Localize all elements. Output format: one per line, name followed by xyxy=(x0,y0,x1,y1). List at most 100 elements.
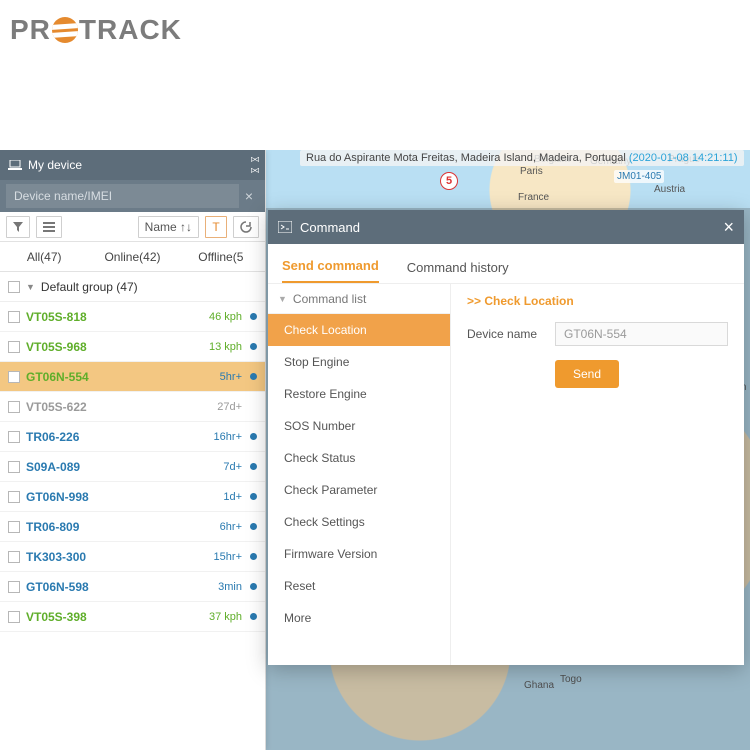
device-status: 46 kph xyxy=(209,311,242,323)
tab-offline[interactable]: Offline(5 xyxy=(177,242,265,271)
status-dot-icon xyxy=(250,553,257,560)
device-name: VT05S-398 xyxy=(26,610,203,624)
group-checkbox[interactable] xyxy=(8,281,20,293)
tab-send-command[interactable]: Send command xyxy=(282,258,379,283)
command-item[interactable]: Check Location xyxy=(268,314,450,346)
device-status: 5hr+ xyxy=(220,371,242,383)
device-name: TK303-300 xyxy=(26,550,208,564)
cluster-marker[interactable]: 5 xyxy=(440,172,458,190)
command-breadcrumb: >> Check Location xyxy=(467,294,728,308)
device-checkbox[interactable] xyxy=(8,611,20,623)
status-dot-icon xyxy=(250,313,257,320)
command-icon xyxy=(278,221,292,233)
device-checkbox[interactable] xyxy=(8,581,20,593)
device-status: 7d+ xyxy=(223,461,242,473)
device-row[interactable]: GT06N-998 1d+ xyxy=(0,482,265,512)
device-name: VT05S-818 xyxy=(26,310,203,324)
device-checkbox[interactable] xyxy=(8,491,20,503)
device-name: TR06-226 xyxy=(26,430,208,444)
device-row[interactable]: S09A-089 7d+ xyxy=(0,452,265,482)
device-status: 1d+ xyxy=(223,491,242,503)
status-dot-icon xyxy=(250,433,257,440)
status-dot-icon xyxy=(250,343,257,350)
group-row[interactable]: ▼ Default group (47) xyxy=(0,272,265,302)
device-status: 27d+ xyxy=(217,401,242,413)
tab-all[interactable]: All(47) xyxy=(0,242,88,271)
device-row[interactable]: TK303-300 15hr+ xyxy=(0,542,265,572)
group-label: Default group (47) xyxy=(41,280,138,294)
device-status: 13 kph xyxy=(209,341,242,353)
command-item[interactable]: Reset xyxy=(268,570,450,602)
device-name: VT05S-968 xyxy=(26,340,203,354)
map-place-label: France xyxy=(518,192,549,203)
device-name: GT06N-598 xyxy=(26,580,212,594)
device-status: 37 kph xyxy=(209,611,242,623)
chevron-down-icon: ▼ xyxy=(26,282,35,292)
device-checkbox[interactable] xyxy=(8,401,20,413)
device-row[interactable]: GT06N-554 5hr+ xyxy=(0,362,265,392)
status-dot-icon xyxy=(250,463,257,470)
device-row[interactable]: VT05S-398 37 kph xyxy=(0,602,265,632)
command-modal: Command × Send command Command history ▼… xyxy=(268,210,744,665)
logo-orb-icon xyxy=(52,17,78,43)
command-item[interactable]: Stop Engine xyxy=(268,346,450,378)
command-item[interactable]: More xyxy=(268,602,450,634)
command-item[interactable]: Firmware Version xyxy=(268,538,450,570)
device-row[interactable]: TR06-226 16hr+ xyxy=(0,422,265,452)
status-tabs: All(47) Online(42) Offline(5 xyxy=(0,242,265,272)
device-checkbox[interactable] xyxy=(8,521,20,533)
device-checkbox[interactable] xyxy=(8,371,20,383)
filter-button[interactable] xyxy=(6,216,30,238)
device-status: 3min xyxy=(218,581,242,593)
status-dot-icon xyxy=(250,373,257,380)
device-status: 16hr+ xyxy=(214,431,242,443)
device-checkbox[interactable] xyxy=(8,431,20,443)
command-item[interactable]: Restore Engine xyxy=(268,378,450,410)
device-checkbox[interactable] xyxy=(8,311,20,323)
map-device-pin[interactable]: JM01-405 xyxy=(614,170,664,183)
device-row[interactable]: TR06-8096hr+ xyxy=(0,512,265,542)
sort-name-button[interactable]: Name ↑↓ xyxy=(138,216,199,238)
status-dot-icon xyxy=(250,493,257,500)
command-item[interactable]: Check Parameter xyxy=(268,474,450,506)
close-icon[interactable]: × xyxy=(723,218,734,236)
send-button[interactable]: Send xyxy=(555,360,619,388)
status-dot-icon xyxy=(250,523,257,530)
list-view-button[interactable] xyxy=(36,216,62,238)
collapse-icon[interactable]: ▹◃▹◃ xyxy=(251,154,257,176)
command-list-header[interactable]: ▼ Command list xyxy=(268,284,450,314)
address-bar: Rua do Aspirante Mota Freitas, Madeira I… xyxy=(300,150,744,166)
map-place-label: Paris xyxy=(520,166,543,177)
device-status: 15hr+ xyxy=(214,551,242,563)
clear-search-icon[interactable]: × xyxy=(239,188,259,204)
search-row: × xyxy=(0,180,265,212)
device-name: S09A-089 xyxy=(26,460,217,474)
status-dot-icon xyxy=(250,613,257,620)
device-checkbox[interactable] xyxy=(8,461,20,473)
device-checkbox[interactable] xyxy=(8,341,20,353)
device-row[interactable]: VT05S-62227d+ xyxy=(0,392,265,422)
device-name-label: Device name xyxy=(467,327,545,341)
search-input[interactable] xyxy=(6,184,239,208)
refresh-button[interactable] xyxy=(233,216,259,238)
device-panel: My device ▹◃▹◃ × Name ↑↓ T xyxy=(0,150,266,750)
brand-logo: PRTRACK xyxy=(10,14,182,46)
device-row[interactable]: GT06N-598 3min xyxy=(0,572,265,602)
command-item[interactable]: Check Settings xyxy=(268,506,450,538)
tab-online[interactable]: Online(42) xyxy=(88,242,176,271)
device-row[interactable]: VT05S-968 13 kph xyxy=(0,332,265,362)
command-item[interactable]: Check Status xyxy=(268,442,450,474)
device-row[interactable]: VT05S-818 46 kph xyxy=(0,302,265,332)
device-name-input[interactable] xyxy=(555,322,728,346)
t-button[interactable]: T xyxy=(205,216,227,238)
toolbar: Name ↑↓ T xyxy=(0,212,265,242)
device-name: GT06N-554 xyxy=(26,370,214,384)
command-item[interactable]: SOS Number xyxy=(268,410,450,442)
device-checkbox[interactable] xyxy=(8,551,20,563)
status-dot-icon xyxy=(250,583,257,590)
device-name: TR06-809 xyxy=(26,520,214,534)
app-window: BelgiumParisFranceGermanyPragueAustriaMe… xyxy=(0,150,750,750)
tab-command-history[interactable]: Command history xyxy=(407,260,509,283)
command-list: ▼ Command list Check LocationStop Engine… xyxy=(268,284,451,665)
device-name: GT06N-998 xyxy=(26,490,217,504)
